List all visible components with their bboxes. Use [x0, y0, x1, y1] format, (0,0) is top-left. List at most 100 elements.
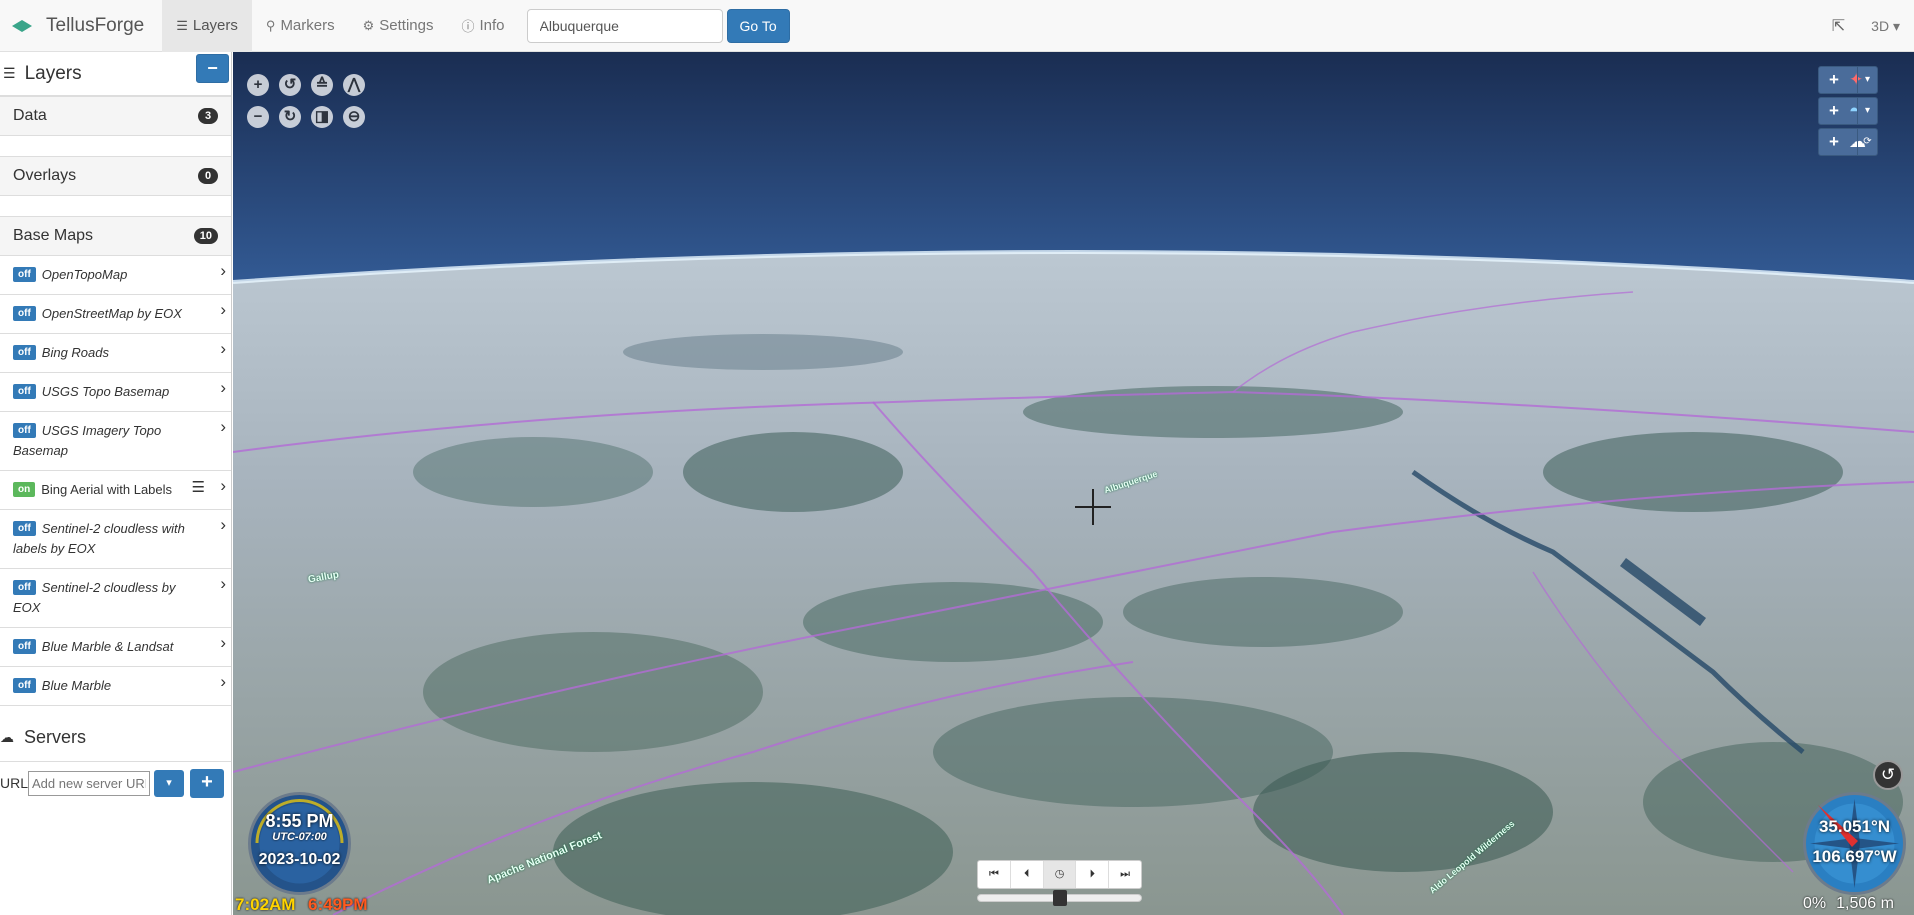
base-map-item[interactable]: off Sentinel-2 cloudless by EOX › — [0, 569, 231, 628]
time-slider-handle[interactable] — [1053, 890, 1067, 906]
chevron-right-icon[interactable]: › — [220, 633, 226, 653]
layer-toggle[interactable]: off — [13, 580, 36, 595]
tab-markers-label: Markers — [280, 17, 335, 34]
rotate-right-button[interactable]: ↻ — [279, 106, 301, 128]
layer-toggle[interactable]: off — [13, 267, 36, 282]
horizon-button[interactable]: ⊖ — [343, 106, 365, 128]
tab-settings[interactable]: ⚙ Settings — [349, 0, 448, 52]
time-slider[interactable] — [977, 890, 1142, 906]
panel-base-maps-label: Base Maps — [13, 227, 94, 244]
refresh-icon[interactable]: ⟳ — [1857, 129, 1877, 155]
layer-name: Bing Aerial with Labels — [41, 482, 173, 497]
tab-layers-label: Layers — [192, 17, 238, 34]
server-type-dropdown[interactable]: ▾ — [154, 769, 185, 797]
base-map-item[interactable]: off Blue Marble & Landsat › — [0, 628, 231, 667]
clock-timezone: UTC-07:00 — [272, 831, 327, 843]
server-url-input[interactable] — [28, 770, 151, 796]
layer-toggle[interactable]: on — [13, 482, 36, 497]
panel-base-maps[interactable]: Base Maps 10 — [0, 216, 231, 256]
compass-icon[interactable] — [1802, 791, 1907, 896]
search-input[interactable] — [526, 8, 723, 43]
base-map-item-active[interactable]: on Bing Aerial with Labels ☰ › — [0, 471, 231, 510]
tab-info-label: Info — [479, 17, 505, 34]
add-server-button[interactable]: + — [190, 768, 225, 798]
share-icon[interactable]: ⇱ — [1832, 16, 1845, 36]
step-back-button[interactable]: ⏴ — [1011, 861, 1044, 888]
collapse-sidebar-button[interactable]: − — [196, 54, 229, 83]
view-mode-select[interactable]: 3D ▾ — [1871, 18, 1900, 35]
longitude-readout: 106.697°W — [1812, 847, 1897, 866]
logo-icon — [12, 19, 32, 32]
add-server-row: URL ▾ + — [0, 762, 231, 804]
cloud-layer-control[interactable]: + ☁ ⟳ — [1818, 128, 1878, 156]
panel-data-label: Data — [13, 107, 47, 124]
layer-name: Bing Roads — [41, 345, 109, 360]
servers-title: Servers — [24, 727, 87, 747]
base-map-item[interactable]: off USGS Topo Basemap › — [0, 373, 231, 412]
step-forward-button[interactable]: ⏵ — [1076, 861, 1110, 888]
chevron-right-icon[interactable]: › — [220, 378, 226, 398]
clock-date: 2023-10-02 — [258, 851, 341, 868]
goto-button[interactable]: Go To — [726, 8, 790, 43]
layer-toggle[interactable]: off — [13, 384, 36, 399]
base-map-item[interactable]: off Sentinel-2 cloudless with labels by E… — [0, 510, 231, 569]
terrain-button[interactable]: ⋀ — [343, 74, 365, 96]
layer-name: OpenStreetMap by EOX — [41, 306, 182, 321]
base-map-item[interactable]: off Blue Marble › — [0, 667, 231, 706]
star-layer-control[interactable]: + ✦ ▾ — [1818, 66, 1878, 94]
layer-menu-icon[interactable]: ☰ — [192, 478, 205, 498]
base-map-item[interactable]: off OpenTopoMap › — [0, 256, 231, 295]
skip-forward-button[interactable]: ⏭ — [1109, 861, 1141, 888]
panel-data[interactable]: Data 3 — [0, 96, 231, 136]
sidebar-title: Layers — [24, 62, 82, 84]
latitude-readout: 35.051°N — [1818, 817, 1891, 836]
pan-button[interactable]: ◨ — [311, 106, 333, 128]
layer-toggle[interactable]: off — [13, 423, 36, 438]
chevron-right-icon[interactable]: › — [220, 339, 226, 359]
panel-overlays-label: Overlays — [13, 167, 77, 184]
base-map-item[interactable]: off USGS Imagery Topo Basemap › — [0, 412, 231, 471]
layer-toggle[interactable]: off — [13, 521, 36, 536]
tab-markers[interactable]: ⚲ Markers — [252, 0, 349, 52]
tab-settings-label: Settings — [379, 17, 434, 34]
tab-info[interactable]: ⓘ Info — [447, 0, 518, 52]
plus-icon: + — [1829, 132, 1839, 151]
reset-view-button[interactable]: ↺ — [1873, 760, 1903, 790]
skip-back-button[interactable]: ⏮ — [978, 861, 1011, 888]
clock-mode-button[interactable]: ◷ — [1043, 861, 1077, 888]
chevron-right-icon[interactable]: › — [220, 261, 226, 281]
tab-layers[interactable]: ☰ Layers — [162, 0, 252, 52]
chevron-right-icon[interactable]: › — [220, 672, 226, 692]
url-label: URL — [0, 775, 29, 791]
elevation-readout: 1,506 m — [1836, 895, 1894, 912]
chevron-right-icon[interactable]: › — [220, 417, 226, 437]
layer-toggle[interactable]: off — [13, 678, 36, 693]
chevron-right-icon[interactable]: › — [220, 476, 226, 496]
layer-name: Sentinel-2 cloudless by EOX — [13, 580, 176, 615]
top-navbar: TellusForge ☰ Layers ⚲ Markers ⚙ Setting… — [0, 0, 1914, 52]
panel-overlays[interactable]: Overlays 0 — [0, 156, 231, 196]
base-map-item[interactable]: off Bing Roads › — [0, 334, 231, 373]
chevron-right-icon[interactable]: › — [220, 300, 226, 320]
chevron-down-icon[interactable]: ▾ — [1857, 67, 1877, 93]
atmosphere-layer-control[interactable]: + ◓ ▾ — [1818, 97, 1878, 125]
base-map-item[interactable]: off OpenStreetMap by EOX › — [0, 295, 231, 334]
globe-viewer[interactable]: Albuquerque Apache National Forest Aldo … — [233, 52, 1914, 915]
list-icon: ☰ — [176, 17, 188, 33]
sunrise-time: 7:02AM — [235, 895, 296, 914]
clock-dial-icon — [248, 792, 351, 895]
chevron-right-icon[interactable]: › — [220, 574, 226, 594]
layer-toggle[interactable]: off — [13, 306, 36, 321]
zoom-in-button[interactable]: + — [247, 74, 269, 96]
zoom-out-button[interactable]: − — [247, 106, 269, 128]
load-progress: 0% — [1803, 895, 1827, 912]
brand[interactable]: TellusForge — [0, 0, 162, 52]
rotate-left-button[interactable]: ↺ — [279, 74, 301, 96]
layer-toggle[interactable]: off — [13, 345, 36, 360]
chevron-right-icon[interactable]: › — [220, 515, 226, 535]
top-right-controls: ⇱ 3D ▾ — [1832, 0, 1914, 52]
layer-toggle[interactable]: off — [13, 639, 36, 654]
chevron-down-icon[interactable]: ▾ — [1857, 98, 1877, 124]
tilt-button[interactable]: ≙ — [311, 74, 333, 96]
map-marker-icon: ⚲ — [265, 17, 276, 33]
